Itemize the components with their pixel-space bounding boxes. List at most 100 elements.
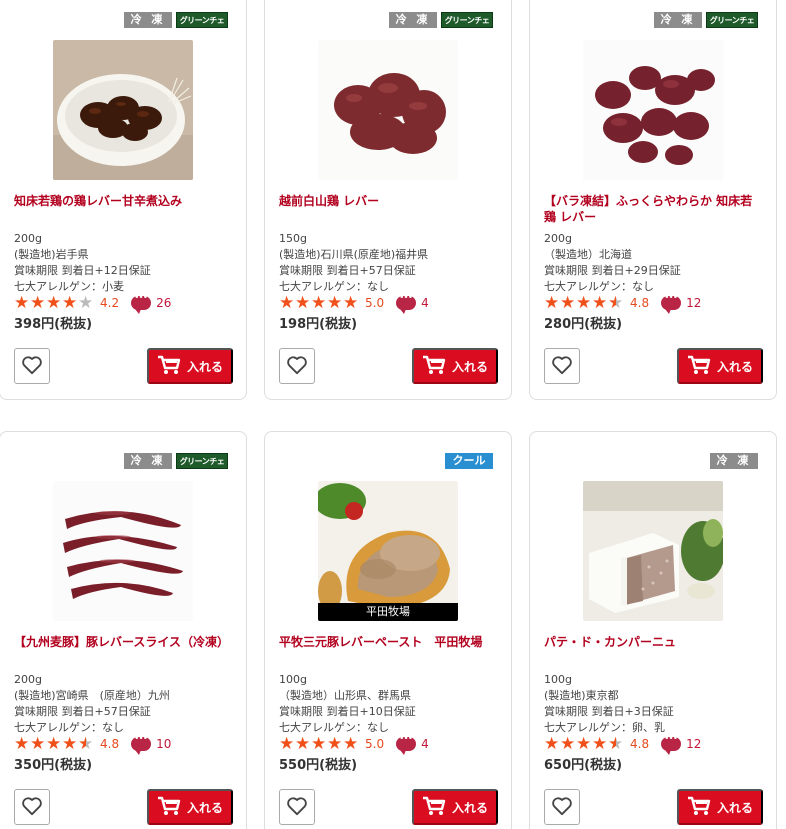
product-image[interactable] xyxy=(583,481,723,621)
rating-score: 5.0 xyxy=(365,296,385,310)
half-star-icon: ★ xyxy=(78,734,94,754)
cart-icon xyxy=(687,796,711,819)
star-icon: ★ xyxy=(279,293,295,313)
favorite-button[interactable] xyxy=(14,348,50,384)
favorite-button[interactable] xyxy=(279,789,315,825)
add-to-cart-label: 入れる xyxy=(451,359,488,374)
frozen-badge: 冷 凍 xyxy=(710,453,758,469)
product-image[interactable] xyxy=(583,40,723,180)
product-card: クール 平田牧場 平牧三元豚レバーペースト 平田牧場 100g （製造地）山形県、… xyxy=(264,431,512,829)
product-name-link[interactable]: 知床若鶏の鶏レバー甘辛煮込み xyxy=(14,193,232,209)
favorite-button[interactable] xyxy=(544,789,580,825)
rating-stars: ★ ★ ★ ★ ★ xyxy=(279,293,359,313)
product-name-link[interactable]: 【バラ凍結】ふっくらやわらか 知床若鶏 レバー xyxy=(544,193,762,225)
review-icon[interactable] xyxy=(661,293,682,314)
product-info-line: 200g xyxy=(14,673,42,686)
star-icon: ★ xyxy=(295,734,311,754)
add-to-cart-button[interactable]: 入れる xyxy=(677,789,763,825)
product-name-link[interactable]: 越前白山鶏 レバー xyxy=(279,193,497,209)
half-star-icon: ★ xyxy=(608,734,624,754)
favorite-button[interactable] xyxy=(14,789,50,825)
product-name-link[interactable]: 【九州麦豚】豚レバースライス（冷凍） xyxy=(14,634,232,650)
product-price: 398円(税抜) xyxy=(14,317,93,332)
product-card: 冷 凍 パテ・ド・カンパーニュ 100g (製造地)東京都 賞味期限 到着日+3日保… xyxy=(529,431,777,829)
product-tags: クール xyxy=(445,453,493,469)
rating-stars: ★ ★ ★ ★ ★ xyxy=(544,293,624,313)
add-to-cart-button[interactable]: 入れる xyxy=(677,348,763,384)
add-to-cart-button[interactable]: 入れる xyxy=(412,789,498,825)
cart-icon xyxy=(157,355,181,378)
add-to-cart-button[interactable]: 入れる xyxy=(412,348,498,384)
product-price: 550円(税抜) xyxy=(279,758,358,773)
product-image[interactable] xyxy=(53,481,193,621)
review-count[interactable]: 4 xyxy=(421,737,429,751)
product-price: 350円(税抜) xyxy=(14,758,93,773)
product-tags: 冷 凍グリーンチェック xyxy=(124,12,228,41)
product-info-line: 100g xyxy=(544,673,572,686)
product-info-line: 100g xyxy=(279,673,307,686)
star-icon: ★ xyxy=(30,293,46,313)
rating-stars: ★ ★ ★ ★ ★ xyxy=(279,734,359,754)
rating-score: 4.2 xyxy=(100,296,120,310)
review-count[interactable]: 12 xyxy=(686,296,701,310)
add-to-cart-button[interactable]: 入れる xyxy=(147,348,233,384)
product-image[interactable] xyxy=(318,40,458,180)
cart-icon xyxy=(422,796,446,819)
product-info: 100g (製造地)東京都 賞味期限 到着日+3日保証 七大アレルゲン：卵、乳 xyxy=(544,672,766,736)
product-tags: 冷 凍グリーンチェック xyxy=(654,12,758,41)
review-count[interactable]: 4 xyxy=(421,296,429,310)
product-tags: 冷 凍グリーンチェック xyxy=(389,12,493,41)
rating-score: 4.8 xyxy=(630,737,650,751)
product-info-line: 賞味期限 到着日+12日保証 xyxy=(14,264,151,277)
star-icon: ★ xyxy=(279,734,295,754)
frozen-badge: 冷 凍 xyxy=(654,12,702,28)
product-info-line: 200g xyxy=(544,232,572,245)
review-icon[interactable] xyxy=(396,293,417,314)
review-icon[interactable] xyxy=(661,734,682,755)
product-price: 198円(税抜) xyxy=(279,317,358,332)
add-to-cart-label: 入れる xyxy=(716,359,753,374)
product-card: 冷 凍グリーンチェック 越前白山鶏 レバー 150g (製造地)石川県(原産地)福… xyxy=(264,0,512,400)
star-icon: ★ xyxy=(62,293,78,313)
heart-icon xyxy=(551,796,573,819)
star-icon: ★ xyxy=(343,734,359,754)
add-to-cart-label: 入れる xyxy=(716,800,753,815)
green-check-badge: グリーンチェック xyxy=(706,12,758,41)
rating-score: 4.8 xyxy=(630,296,650,310)
product-info-line: (製造地)岩手県 xyxy=(14,248,89,261)
star-icon: ★ xyxy=(544,734,560,754)
review-count[interactable]: 12 xyxy=(686,737,701,751)
favorite-button[interactable] xyxy=(279,348,315,384)
product-info-line: （製造地）山形県、群馬県 xyxy=(279,689,411,702)
half-star-icon: ★ xyxy=(608,293,624,313)
review-icon[interactable] xyxy=(131,293,152,314)
product-info: 200g (製造地)岩手県 賞味期限 到着日+12日保証 七大アレルゲン：小麦 xyxy=(14,231,236,295)
rating-stars: ★ ★ ★ ★ ★ xyxy=(14,293,94,313)
product-grid: 冷 凍グリーンチェック 知床若鶏の鶏レバー甘辛煮込み 200g (製造地)岩手県賞… xyxy=(0,0,786,829)
product-name-link[interactable]: 平牧三元豚レバーペースト 平田牧場 xyxy=(279,634,497,650)
star-icon: ★ xyxy=(311,293,327,313)
rating: ★★★★★ 4.8 12 xyxy=(544,293,701,314)
review-icon[interactable] xyxy=(131,734,152,755)
review-count[interactable]: 10 xyxy=(156,737,171,751)
review-count[interactable]: 26 xyxy=(156,296,171,310)
product-tags: 冷 凍グリーンチェック xyxy=(124,453,228,482)
star-icon: ★ xyxy=(592,293,608,313)
rating: ★★★★★ 4.8 10 xyxy=(14,734,171,755)
product-name-link[interactable]: パテ・ド・カンパーニュ xyxy=(544,634,762,650)
product-image[interactable] xyxy=(53,40,193,180)
favorite-button[interactable] xyxy=(544,348,580,384)
star-icon: ★ xyxy=(295,293,311,313)
star-icon: ★ xyxy=(576,734,592,754)
review-icon[interactable] xyxy=(396,734,417,755)
product-info-line: 150g xyxy=(279,232,307,245)
product-image[interactable]: 平田牧場 xyxy=(318,481,458,621)
cart-icon xyxy=(422,355,446,378)
rating: ★★★★★ 4.2 26 xyxy=(14,293,171,314)
product-price: 650円(税抜) xyxy=(544,758,623,773)
add-to-cart-button[interactable]: 入れる xyxy=(147,789,233,825)
rating: ★★★★★ 5.0 4 xyxy=(279,734,429,755)
product-info-line: 賞味期限 到着日+3日保証 xyxy=(544,705,674,718)
empty-star-icon: ★ xyxy=(78,293,94,313)
product-card: 冷 凍グリーンチェック 【バラ凍結】ふっくらやわらか 知床若鶏 レバー 200g… xyxy=(529,0,777,400)
